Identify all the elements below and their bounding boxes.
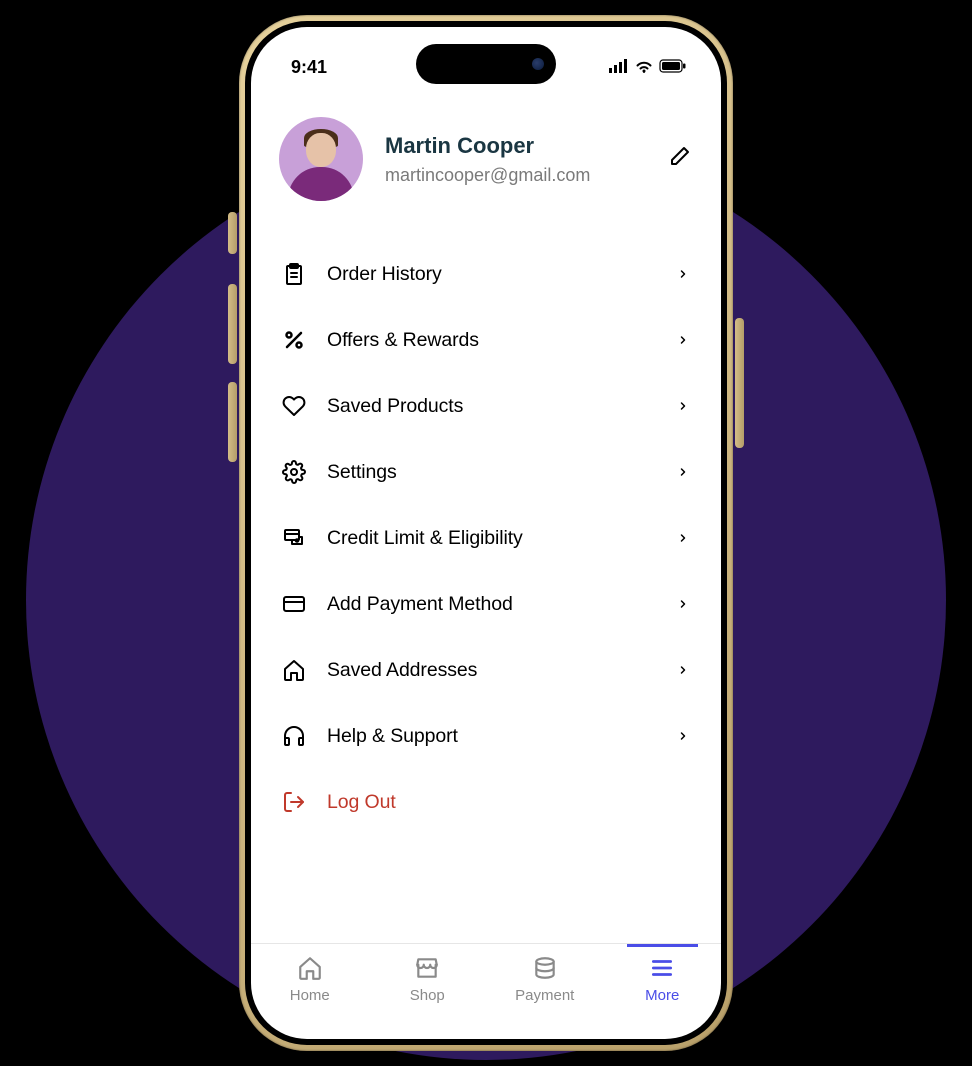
phone-side-button	[228, 212, 237, 254]
heart-icon	[281, 393, 307, 419]
profile-header: Martin Cooper martincooper@gmail.com	[251, 97, 721, 211]
logout-icon	[281, 789, 307, 815]
chevron-right-icon	[677, 597, 691, 611]
percent-icon	[281, 327, 307, 353]
menu-item-saved-addresses[interactable]: Saved Addresses	[279, 637, 693, 703]
menu-item-label: Saved Addresses	[327, 659, 657, 682]
home-icon	[296, 954, 324, 982]
menu-item-label: Settings	[327, 461, 657, 484]
battery-icon	[659, 57, 687, 78]
menu-item-settings[interactable]: Settings	[279, 439, 693, 505]
chevron-right-icon	[677, 729, 691, 743]
card-icon	[281, 591, 307, 617]
menu-item-label: Saved Products	[327, 395, 657, 418]
chevron-right-icon	[677, 333, 691, 347]
gear-icon	[281, 459, 307, 485]
phone-volume-up	[228, 284, 237, 364]
screen: 9:41 Ma	[251, 27, 721, 1039]
avatar[interactable]	[279, 117, 363, 201]
chevron-right-icon	[677, 399, 691, 413]
headphones-icon	[281, 723, 307, 749]
tab-label: Payment	[515, 987, 574, 1004]
menu-item-add-payment-method[interactable]: Add Payment Method	[279, 571, 693, 637]
phone-power-button	[735, 318, 744, 448]
menu-item-help-support[interactable]: Help & Support	[279, 703, 693, 769]
payment-icon	[531, 954, 559, 982]
phone-bezel: 9:41 Ma	[245, 21, 727, 1045]
menu-item-order-history[interactable]: Order History	[279, 241, 693, 307]
home-icon	[281, 657, 307, 683]
cellular-icon	[609, 57, 629, 78]
chevron-right-icon	[677, 531, 691, 545]
tab-bar: Home Shop Payment More	[251, 943, 721, 1039]
menu-item-label: Credit Limit & Eligibility	[327, 527, 657, 550]
menu-item-label: Order History	[327, 263, 657, 286]
phone-volume-down	[228, 382, 237, 462]
status-indicators	[609, 57, 687, 78]
tab-label: Shop	[410, 987, 445, 1004]
menu-list: Order History Offers & Rewards Saved Produ…	[251, 211, 721, 943]
menu-item-label: Help & Support	[327, 725, 657, 748]
tab-home[interactable]: Home	[251, 954, 369, 1004]
phone-frame: 9:41 Ma	[239, 15, 733, 1051]
profile-email: martincooper@gmail.com	[385, 165, 643, 186]
menu-item-label: Add Payment Method	[327, 593, 657, 616]
tab-more[interactable]: More	[604, 954, 722, 1004]
tab-label: More	[645, 987, 679, 1004]
profile-name: Martin Cooper	[385, 133, 643, 159]
menu-item-offers-rewards[interactable]: Offers & Rewards	[279, 307, 693, 373]
edit-profile-button[interactable]	[665, 145, 693, 173]
menu-item-label: Log Out	[327, 791, 691, 814]
menu-item-saved-products[interactable]: Saved Products	[279, 373, 693, 439]
profile-info: Martin Cooper martincooper@gmail.com	[385, 133, 643, 186]
shop-icon	[413, 954, 441, 982]
dynamic-island	[416, 44, 556, 84]
tab-label: Home	[290, 987, 330, 1004]
chevron-right-icon	[677, 267, 691, 281]
chevron-right-icon	[677, 663, 691, 677]
menu-item-credit-limit-eligibility[interactable]: Credit Limit & Eligibility	[279, 505, 693, 571]
status-time: 9:41	[291, 57, 327, 78]
credit-icon	[281, 525, 307, 551]
wifi-icon	[635, 57, 653, 78]
menu-item-label: Offers & Rewards	[327, 329, 657, 352]
tab-payment[interactable]: Payment	[486, 954, 604, 1004]
menu-item-log-out[interactable]: Log Out	[279, 769, 693, 835]
tab-shop[interactable]: Shop	[369, 954, 487, 1004]
pencil-icon	[667, 145, 691, 174]
menu-icon	[648, 954, 676, 982]
clipboard-icon	[281, 261, 307, 287]
chevron-right-icon	[677, 465, 691, 479]
